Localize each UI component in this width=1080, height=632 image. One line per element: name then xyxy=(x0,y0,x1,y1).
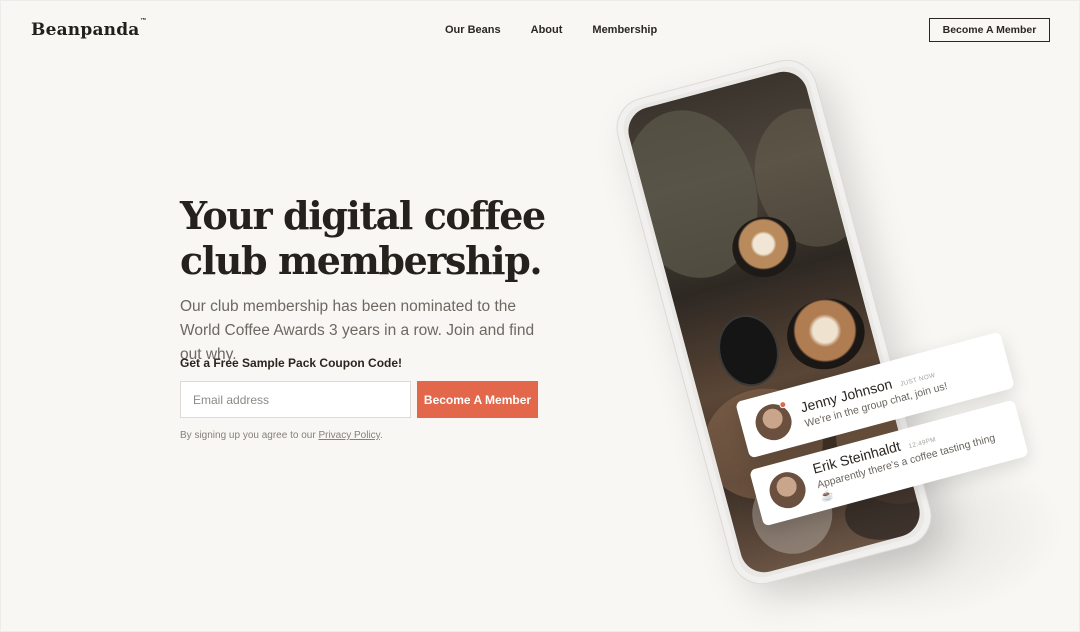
hero-title-line-1: Your digital coffee xyxy=(180,193,546,238)
coupon-label: Get a Free Sample Pack Coupon Code! xyxy=(180,356,403,370)
email-input[interactable] xyxy=(180,381,411,418)
nav-link-membership[interactable]: Membership xyxy=(592,24,657,36)
brand-logo-text: Beanpanda xyxy=(31,20,140,40)
unread-dot xyxy=(778,400,788,409)
header-become-member-button[interactable]: Become A Member xyxy=(929,18,1050,42)
trademark-mark: ™ xyxy=(140,18,147,25)
terms-text: By signing up you agree to our Privacy P… xyxy=(180,430,383,441)
nav-link-our-beans[interactable]: Our Beans xyxy=(445,24,501,36)
brand-logo[interactable]: Beanpanda™ xyxy=(31,18,147,40)
avatar-erik xyxy=(765,468,810,513)
hero-become-member-button[interactable]: Become A Member xyxy=(417,381,538,418)
terms-prefix: By signing up you agree to our xyxy=(180,430,319,441)
main-nav: Our Beans About Membership xyxy=(445,24,657,36)
avatar-jenny xyxy=(751,400,796,445)
hero-title: Your digital coffee club membership. xyxy=(180,193,560,283)
nav-link-about[interactable]: About xyxy=(531,24,563,36)
terms-suffix: . xyxy=(379,430,383,441)
privacy-policy-link[interactable]: Privacy Policy xyxy=(318,430,380,441)
hero-title-line-2: club membership. xyxy=(180,238,543,283)
